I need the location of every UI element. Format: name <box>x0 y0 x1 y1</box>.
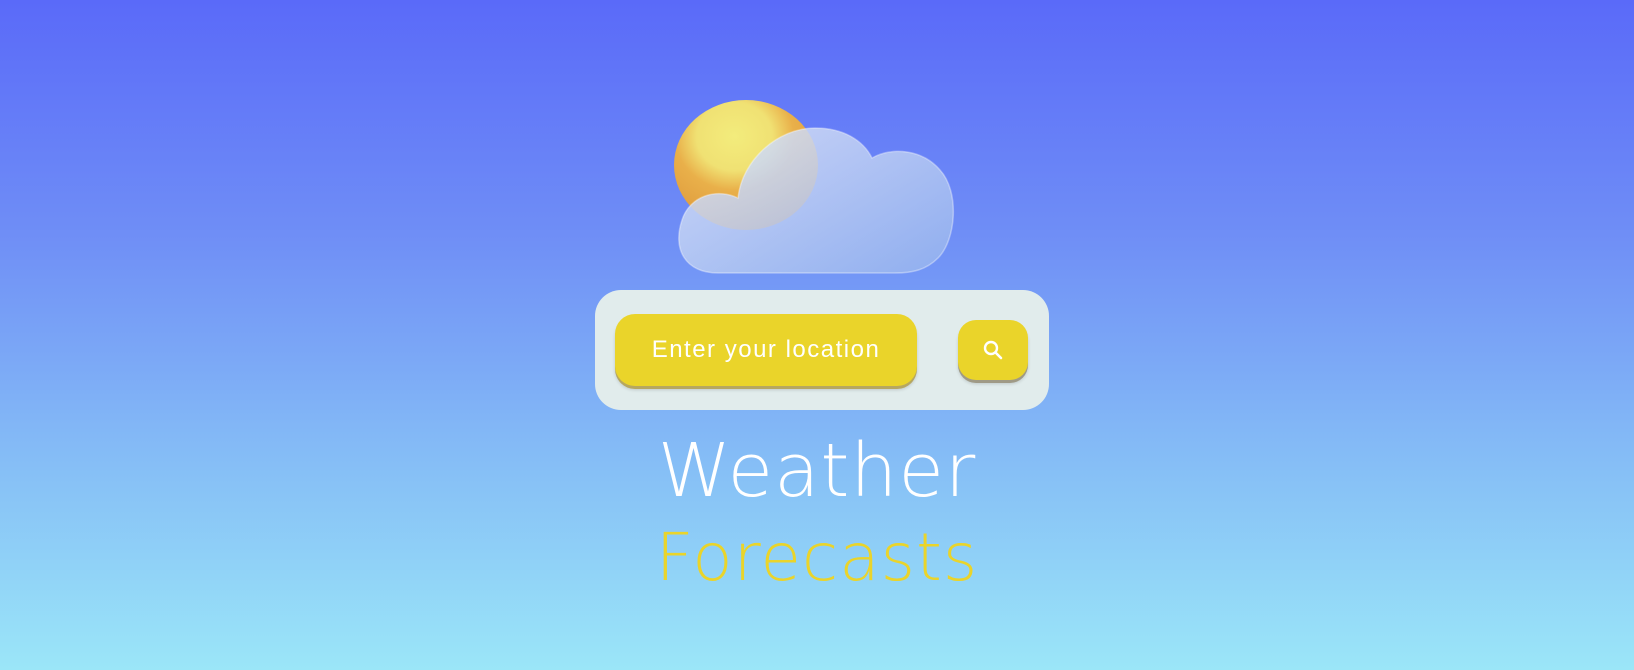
search-panel <box>595 290 1049 410</box>
page-title: Weather <box>657 428 977 514</box>
page-subtitle: Forecasts <box>655 519 979 596</box>
location-input[interactable] <box>615 314 917 386</box>
search-button[interactable] <box>958 320 1028 380</box>
partly-cloudy-icon <box>660 90 960 280</box>
search-icon <box>982 339 1004 361</box>
app-container: Weather Forecasts <box>0 0 1634 670</box>
